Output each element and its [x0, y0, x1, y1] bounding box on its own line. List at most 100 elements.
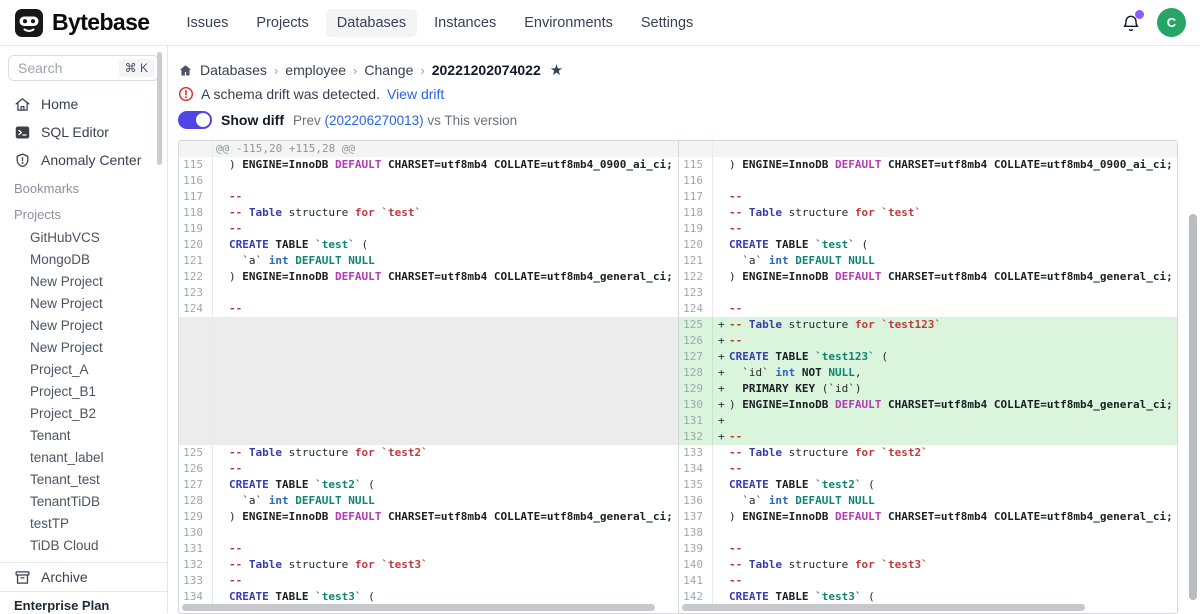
- right-hscroll-thumb[interactable]: [682, 604, 1085, 611]
- line-number: 122: [179, 269, 213, 285]
- breadcrumb: Databases›employee›Change›20221202074022…: [178, 60, 1200, 80]
- enterprise-plan-label[interactable]: Enterprise Plan: [0, 591, 167, 613]
- nav-item-projects[interactable]: Projects: [245, 9, 319, 37]
- sidebar: Search ⌘ K Home SQL Editor: [0, 46, 168, 613]
- line-number: [179, 349, 213, 365]
- sidebar-project-item[interactable]: testTP: [0, 512, 167, 534]
- sidebar-section-projects: Projects: [0, 202, 167, 226]
- code-text: CREATE TABLE `test` (: [729, 237, 1177, 253]
- breadcrumb-item[interactable]: 20221202074022: [432, 62, 541, 78]
- search-input[interactable]: Search ⌘ K: [8, 55, 159, 81]
- diff-marker: [713, 573, 729, 589]
- navbar-right: C: [1121, 8, 1186, 37]
- diff-line: 131--: [179, 541, 678, 557]
- diff-marker: [213, 589, 229, 605]
- sidebar-project-item[interactable]: Tenant: [0, 424, 167, 446]
- diff-line: 122) ENGINE=InnoDB DEFAULT CHARSET=utf8m…: [179, 269, 678, 285]
- sidebar-project-item[interactable]: TiDB Cloud: [0, 534, 167, 556]
- sidebar-item-sql-editor[interactable]: SQL Editor: [0, 118, 167, 146]
- left-hscroll-thumb[interactable]: [182, 604, 655, 611]
- code-text: CREATE TABLE `test123` (: [729, 349, 1177, 365]
- diff-line: 139--: [679, 541, 1177, 557]
- code-text: PRIMARY KEY (`id`): [729, 381, 1177, 397]
- line-number: 125: [179, 445, 213, 461]
- line-number: [179, 429, 213, 445]
- breadcrumb-item[interactable]: Change: [364, 62, 413, 78]
- avatar[interactable]: C: [1157, 8, 1186, 37]
- sidebar-project-item[interactable]: tenant_label: [0, 446, 167, 468]
- line-number: 135: [679, 477, 713, 493]
- diff-marker: [713, 157, 729, 173]
- code-text: --: [729, 541, 1177, 557]
- sidebar-scrollbar-thumb[interactable]: [157, 52, 162, 165]
- code-text: [729, 413, 1177, 429]
- nav-item-instances[interactable]: Instances: [423, 9, 507, 37]
- sidebar-item-label: Home: [41, 96, 78, 112]
- diff-marker: [213, 253, 229, 269]
- line-number: 133: [179, 573, 213, 589]
- nav-item-settings[interactable]: Settings: [630, 9, 704, 37]
- diff-marker: [713, 301, 729, 317]
- page-scrollbar-thumb[interactable]: [1189, 214, 1197, 600]
- sidebar-item-home[interactable]: Home: [0, 90, 167, 118]
- diff-line: 142CREATE TABLE `test3` (: [679, 589, 1177, 605]
- nav-item-environments[interactable]: Environments: [513, 9, 624, 37]
- line-number: 138: [679, 525, 713, 541]
- sidebar-item-anomaly-center[interactable]: Anomaly Center: [0, 146, 167, 174]
- diff-line: 117--: [179, 189, 678, 205]
- breadcrumb-home-icon[interactable]: [178, 63, 193, 78]
- sidebar-project-item[interactable]: Project_A: [0, 358, 167, 380]
- code-text: --: [729, 429, 1177, 445]
- sidebar-project-item[interactable]: Project_B1: [0, 380, 167, 402]
- code-text: [229, 317, 678, 333]
- view-drift-link[interactable]: View drift: [387, 86, 444, 102]
- sidebar-item-archive[interactable]: Archive: [0, 563, 167, 591]
- code-text: [229, 525, 678, 541]
- diff-marker: +: [713, 381, 729, 397]
- code-text: CREATE TABLE `test` (: [229, 237, 678, 253]
- sidebar-project-item[interactable]: GitHubVCS: [0, 226, 167, 248]
- breadcrumb-item[interactable]: employee: [285, 62, 346, 78]
- diff-marker: [213, 413, 229, 429]
- sidebar-project-item[interactable]: New Project: [0, 314, 167, 336]
- breadcrumb-item[interactable]: Databases: [200, 62, 267, 78]
- notifications-bell-button[interactable]: [1121, 12, 1141, 34]
- diff-marker: [213, 509, 229, 525]
- diff-marker: [213, 269, 229, 285]
- sidebar-project-item[interactable]: New Project: [0, 336, 167, 358]
- diff-marker: [213, 381, 229, 397]
- nav-item-databases[interactable]: Databases: [326, 9, 417, 37]
- sidebar-project-item[interactable]: Tenant_test: [0, 468, 167, 490]
- diff-filler-row: [179, 381, 678, 397]
- diff-marker: [213, 397, 229, 413]
- diff-line: 125 -- Table structure for `test2`: [179, 445, 678, 461]
- sidebar-project-list: GitHubVCSMongoDBNew ProjectNew ProjectNe…: [0, 226, 167, 556]
- nav-item-issues[interactable]: Issues: [175, 9, 239, 37]
- diff-marker: [213, 461, 229, 477]
- diff-marker: [713, 525, 729, 541]
- diff-marker: [713, 221, 729, 237]
- sidebar-project-item[interactable]: Project_B2: [0, 402, 167, 424]
- bookmark-star-icon[interactable]: ★: [550, 63, 563, 78]
- home-icon: [14, 96, 31, 113]
- sidebar-project-item[interactable]: New Project: [0, 270, 167, 292]
- show-diff-toggle[interactable]: [178, 111, 212, 129]
- prev-version-link[interactable]: (202206270013): [325, 113, 424, 128]
- code-text: -- Table structure for `test123`: [729, 317, 1177, 333]
- sidebar-project-item[interactable]: New Project: [0, 292, 167, 314]
- bytebase-brand[interactable]: Bytebase: [14, 8, 149, 38]
- code-text: -- Table structure for `test2`: [229, 445, 678, 461]
- toggle-knob: [196, 113, 210, 127]
- line-number: [179, 397, 213, 413]
- diff-marker: [713, 589, 729, 605]
- diff-marker: [713, 493, 729, 509]
- sidebar-project-item[interactable]: TenantTiDB: [0, 490, 167, 512]
- diff-line: 124--: [679, 301, 1177, 317]
- show-diff-label: Show diff: [221, 112, 284, 128]
- line-number: 133: [679, 445, 713, 461]
- diff-added-line: 127+CREATE TABLE `test123` (: [679, 349, 1177, 365]
- diff-marker: [213, 525, 229, 541]
- sidebar-project-item[interactable]: MongoDB: [0, 248, 167, 270]
- diff-marker: +: [713, 413, 729, 429]
- line-number: 126: [679, 333, 713, 349]
